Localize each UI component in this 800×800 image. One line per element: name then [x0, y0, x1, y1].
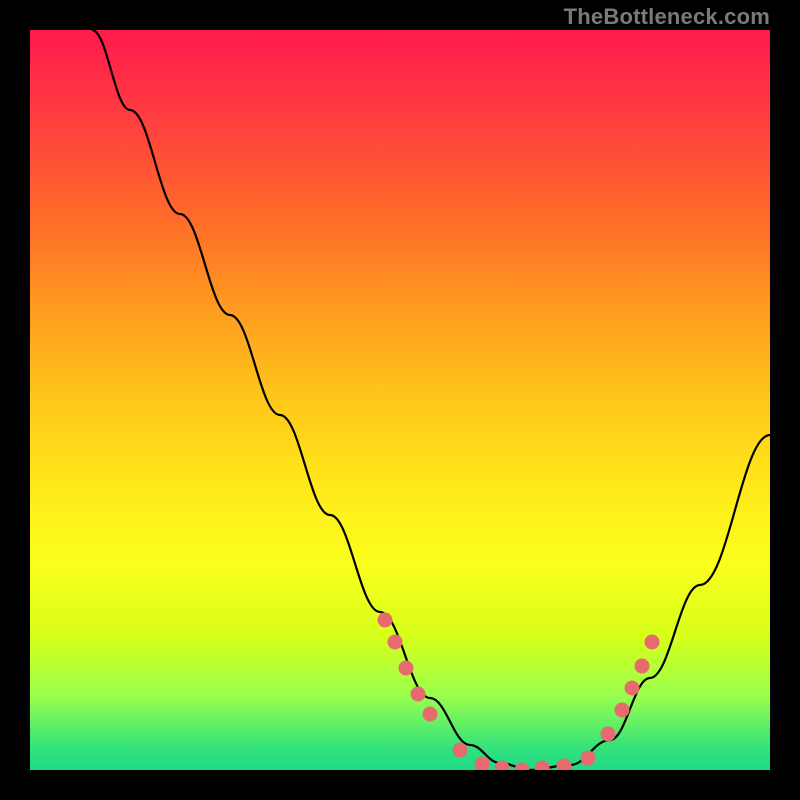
- data-point: [399, 661, 414, 676]
- data-point: [378, 613, 393, 628]
- data-points: [378, 613, 660, 771]
- chart-frame: TheBottleneck.com: [0, 0, 800, 800]
- plot-area: [30, 30, 770, 770]
- bottleneck-curve: [92, 30, 770, 770]
- data-point: [625, 681, 640, 696]
- data-point: [388, 635, 403, 650]
- data-point: [581, 751, 596, 766]
- data-point: [453, 743, 468, 758]
- data-point: [535, 761, 550, 771]
- curve-path-group: [92, 30, 770, 770]
- data-point: [495, 761, 510, 771]
- data-point: [615, 703, 630, 718]
- data-point: [645, 635, 660, 650]
- data-point: [475, 757, 490, 771]
- data-point: [423, 707, 438, 722]
- watermark-text: TheBottleneck.com: [564, 4, 770, 30]
- data-point: [557, 759, 572, 771]
- data-point: [601, 727, 616, 742]
- data-point: [411, 687, 426, 702]
- data-point: [635, 659, 650, 674]
- chart-svg: [30, 30, 770, 770]
- data-point: [515, 763, 530, 771]
